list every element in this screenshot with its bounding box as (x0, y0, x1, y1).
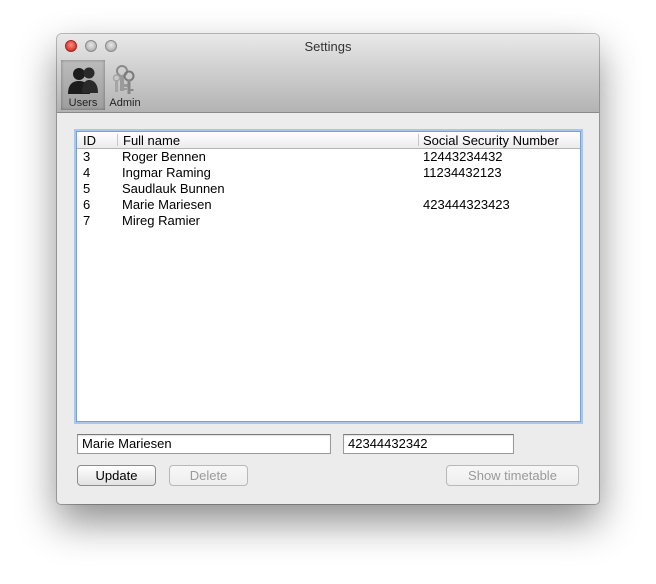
table-row[interactable]: 4 Ingmar Raming 11234432123 (77, 165, 580, 181)
table-header: ID Full name Social Security Number (77, 132, 580, 149)
show-timetable-button[interactable]: Show timetable (446, 465, 579, 486)
cell-full-name: Roger Bennen (122, 149, 206, 164)
cell-full-name: Mireg Ramier (122, 213, 201, 228)
keys-icon (112, 65, 135, 94)
titlebar: Settings Users Admin (57, 34, 599, 113)
cell-id: 5 (83, 181, 91, 196)
column-header-id[interactable]: ID (83, 133, 96, 148)
full-name-field[interactable]: Marie Mariesen (77, 434, 331, 454)
cell-full-name: Marie Mariesen (122, 197, 212, 212)
cell-ssn: 11234432123 (423, 165, 502, 180)
cell-ssn: 12443234432 (423, 149, 503, 164)
toolbar-item-users-label: Users (68, 97, 98, 109)
table-row[interactable]: 7 Mireg Ramier (77, 213, 580, 229)
table-row[interactable]: 6 Marie Mariesen 423444323423 (77, 197, 580, 213)
table-row[interactable]: 5 Saudlauk Bunnen (77, 181, 580, 197)
column-header-ssn[interactable]: Social Security Number (423, 133, 559, 148)
window-title: Settings (304, 39, 352, 54)
update-button[interactable]: Update (77, 465, 156, 486)
cell-full-name: Saudlauk Bunnen (122, 181, 225, 196)
table-body: 3 Roger Bennen 12443234432 4 Ingmar Rami… (77, 149, 580, 229)
users-table[interactable]: ID Full name Social Security Number 3 Ro… (76, 131, 581, 422)
cell-id: 6 (83, 197, 91, 212)
cell-id: 7 (83, 213, 91, 228)
column-header-full-name[interactable]: Full name (123, 133, 180, 148)
toolbar-item-admin-label: Admin (109, 97, 141, 109)
delete-button[interactable]: Delete (169, 465, 248, 486)
column-divider[interactable] (418, 134, 419, 146)
ssn-field[interactable]: 42344432342 (343, 434, 514, 454)
table-row[interactable]: 3 Roger Bennen 12443234432 (77, 149, 580, 165)
toolbar-item-users[interactable]: Users (61, 60, 105, 110)
cell-id: 4 (83, 165, 91, 180)
cell-id: 3 (83, 149, 91, 164)
cell-full-name: Ingmar Raming (122, 165, 211, 180)
toolbar-item-admin[interactable]: Admin (103, 60, 147, 110)
users-icon (68, 67, 98, 94)
settings-window: Settings Users Admin ID Full name Social… (57, 34, 599, 504)
column-divider[interactable] (117, 134, 118, 146)
cell-ssn: 423444323423 (423, 197, 510, 212)
